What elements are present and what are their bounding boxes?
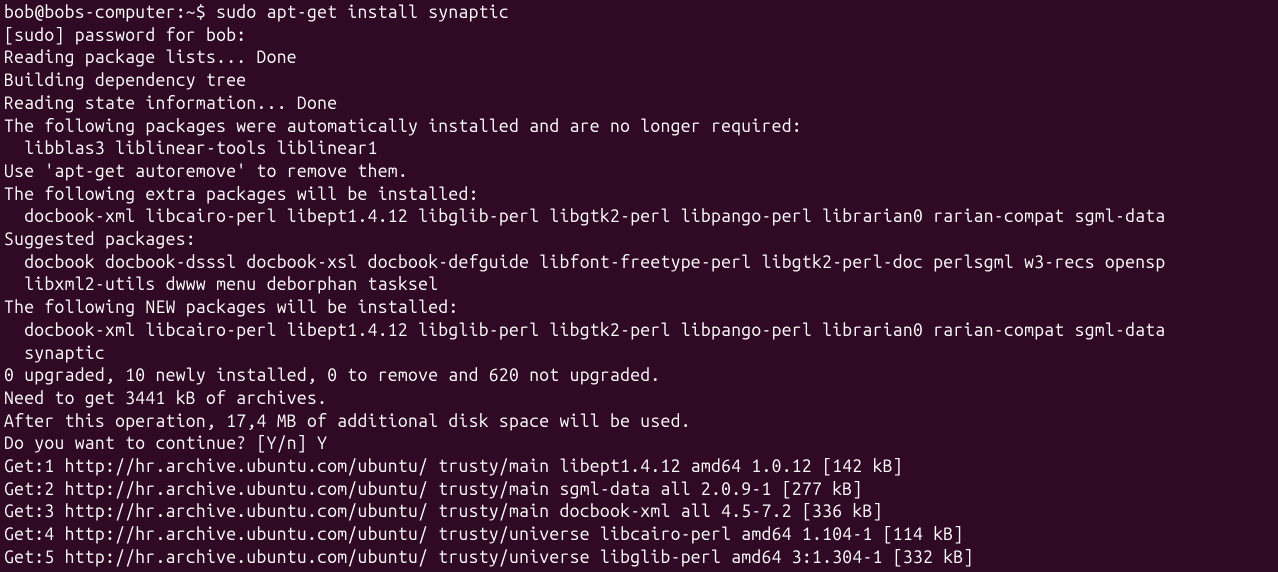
terminal-line: Reading state information... Done	[4, 93, 1274, 116]
terminal-line: Get:1 http://hr.archive.ubuntu.com/ubunt…	[4, 456, 1274, 479]
terminal-line: Do you want to continue? [Y/n] Y	[4, 433, 1274, 456]
terminal-line: The following extra packages will be ins…	[4, 184, 1274, 207]
terminal-line: bob@bobs-computer:~$ sudo apt-get instal…	[4, 2, 1274, 25]
terminal-line: Need to get 3441 kB of archives.	[4, 388, 1274, 411]
terminal-line: Suggested packages:	[4, 229, 1274, 252]
terminal-line: Use 'apt-get autoremove' to remove them.	[4, 161, 1274, 184]
terminal-line: docbook-xml libcairo-perl libept1.4.12 l…	[4, 320, 1274, 343]
terminal-line: Get:2 http://hr.archive.ubuntu.com/ubunt…	[4, 479, 1274, 502]
terminal-line: libxml2-utils dwww menu deborphan taskse…	[4, 274, 1274, 297]
terminal-line: 0 upgraded, 10 newly installed, 0 to rem…	[4, 365, 1274, 388]
terminal-line: The following NEW packages will be insta…	[4, 297, 1274, 320]
terminal-line: Get:4 http://hr.archive.ubuntu.com/ubunt…	[4, 524, 1274, 547]
terminal-line: synaptic	[4, 343, 1274, 366]
terminal-line: Get:3 http://hr.archive.ubuntu.com/ubunt…	[4, 501, 1274, 524]
terminal-line: After this operation, 17,4 MB of additio…	[4, 411, 1274, 434]
terminal-line: Get:5 http://hr.archive.ubuntu.com/ubunt…	[4, 547, 1274, 570]
terminal-line: docbook docbook-dsssl docbook-xsl docboo…	[4, 252, 1274, 275]
terminal-line: Building dependency tree	[4, 70, 1274, 93]
terminal-line: libblas3 liblinear-tools liblinear1	[4, 138, 1274, 161]
terminal-output[interactable]: bob@bobs-computer:~$ sudo apt-get instal…	[4, 2, 1274, 570]
terminal-line: [sudo] password for bob:	[4, 25, 1274, 48]
terminal-line: The following packages were automaticall…	[4, 116, 1274, 139]
terminal-line: docbook-xml libcairo-perl libept1.4.12 l…	[4, 206, 1274, 229]
terminal-line: Reading package lists... Done	[4, 47, 1274, 70]
